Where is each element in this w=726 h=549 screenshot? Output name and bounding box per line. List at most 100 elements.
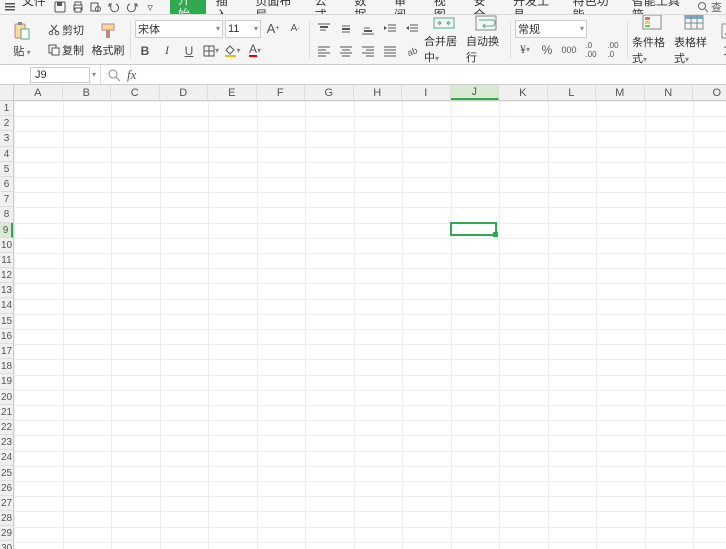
row-header[interactable]: 22 bbox=[0, 420, 13, 435]
column-header[interactable]: N bbox=[645, 85, 694, 100]
column-header[interactable]: E bbox=[208, 85, 257, 100]
app-menu-icon[interactable] bbox=[4, 0, 16, 14]
redo-icon[interactable] bbox=[126, 0, 138, 14]
file-menu[interactable]: 文件 ▾ bbox=[22, 0, 48, 14]
decrease-decimal-button[interactable]: .00.0 bbox=[603, 40, 623, 60]
align-top-button[interactable] bbox=[314, 19, 334, 39]
column-header[interactable]: G bbox=[305, 85, 354, 100]
tab-data[interactable]: 数据 bbox=[344, 0, 384, 14]
qa-customize-icon[interactable]: ▿ bbox=[144, 0, 156, 14]
tab-insert[interactable]: 插入 bbox=[206, 0, 246, 14]
column-header[interactable]: D bbox=[160, 85, 209, 100]
undo-icon[interactable] bbox=[108, 0, 120, 14]
tab-start[interactable]: 开始 bbox=[170, 0, 206, 14]
justify-button[interactable] bbox=[380, 41, 400, 61]
column-header[interactable]: J bbox=[451, 85, 500, 100]
italic-button[interactable]: I bbox=[157, 41, 177, 61]
row-header[interactable]: 10 bbox=[0, 238, 13, 253]
fill-color-button[interactable]: ▾ bbox=[223, 41, 243, 61]
row-header[interactable]: 20 bbox=[0, 390, 13, 405]
search-button[interactable]: 查 bbox=[697, 0, 722, 14]
column-header[interactable]: H bbox=[354, 85, 403, 100]
formula-input[interactable] bbox=[142, 67, 720, 83]
row-header[interactable]: 17 bbox=[0, 344, 13, 359]
column-header[interactable]: O bbox=[693, 85, 726, 100]
row-header[interactable]: 24 bbox=[0, 450, 13, 465]
align-left-button[interactable] bbox=[314, 41, 334, 61]
row-header[interactable]: 21 bbox=[0, 405, 13, 420]
tab-security[interactable]: 安全 bbox=[463, 0, 503, 14]
name-box-dropdown[interactable]: ▾ bbox=[92, 70, 96, 79]
decrease-indent-button[interactable] bbox=[402, 19, 422, 39]
row-header[interactable]: 27 bbox=[0, 496, 13, 511]
row-header[interactable]: 5 bbox=[0, 162, 13, 177]
column-header[interactable]: L bbox=[548, 85, 597, 100]
spreadsheet-grid[interactable]: ABCDEFGHIJKLMNO 123456789101112131415161… bbox=[0, 85, 726, 549]
row-header[interactable]: 19 bbox=[0, 374, 13, 389]
column-header[interactable]: C bbox=[111, 85, 160, 100]
orientation-button[interactable]: ab bbox=[402, 41, 422, 61]
column-header[interactable]: I bbox=[402, 85, 451, 100]
row-header[interactable]: 28 bbox=[0, 511, 13, 526]
row-header[interactable]: 7 bbox=[0, 192, 13, 207]
align-bottom-button[interactable] bbox=[358, 19, 378, 39]
tab-smart-toolbox[interactable]: 智能工具箱 bbox=[622, 0, 691, 14]
align-center-button[interactable] bbox=[336, 41, 356, 61]
column-header[interactable]: F bbox=[257, 85, 306, 100]
shrink-font-button[interactable]: A- bbox=[285, 19, 305, 39]
row-header[interactable]: 16 bbox=[0, 329, 13, 344]
tab-special[interactable]: 特色功能 bbox=[563, 0, 622, 14]
fill-handle[interactable] bbox=[493, 232, 498, 237]
row-header[interactable]: 14 bbox=[0, 298, 13, 313]
text-tools-button[interactable]: A 文 bbox=[716, 17, 726, 63]
row-header[interactable]: 4 bbox=[0, 147, 13, 162]
merge-center-button[interactable]: 合并居中▾ bbox=[424, 17, 464, 63]
column-header[interactable]: K bbox=[499, 85, 548, 100]
row-header[interactable]: 2 bbox=[0, 116, 13, 131]
cut-button[interactable]: 剪切 bbox=[44, 21, 88, 39]
column-headers[interactable]: ABCDEFGHIJKLMNO bbox=[14, 85, 726, 101]
bold-button[interactable]: B bbox=[135, 41, 155, 61]
font-size-combo[interactable]: 11 ▾ bbox=[225, 20, 261, 38]
row-header[interactable]: 8 bbox=[0, 207, 13, 222]
conditional-format-button[interactable]: 条件格式▾ bbox=[632, 17, 672, 63]
print-preview-icon[interactable] bbox=[90, 0, 102, 14]
cells-area[interactable] bbox=[14, 101, 726, 549]
percent-button[interactable]: % bbox=[537, 40, 557, 60]
row-header[interactable]: 18 bbox=[0, 359, 13, 374]
comma-button[interactable]: 000 bbox=[559, 40, 579, 60]
tab-formulas[interactable]: 公式 bbox=[305, 0, 345, 14]
table-style-button[interactable]: 表格样式▾ bbox=[674, 17, 714, 63]
row-header[interactable]: 3 bbox=[0, 131, 13, 146]
align-middle-button[interactable] bbox=[336, 19, 356, 39]
increase-indent-button[interactable] bbox=[380, 19, 400, 39]
row-header[interactable]: 9 bbox=[0, 223, 13, 238]
fx-icon[interactable]: fx bbox=[127, 67, 136, 83]
increase-decimal-button[interactable]: .0.00 bbox=[581, 40, 601, 60]
tab-view[interactable]: 视图 bbox=[424, 0, 464, 14]
column-header[interactable]: M bbox=[596, 85, 645, 100]
row-header[interactable]: 29 bbox=[0, 526, 13, 541]
tab-developer[interactable]: 开发工具 bbox=[503, 0, 562, 14]
function-wizard-icon[interactable] bbox=[107, 68, 121, 82]
grow-font-button[interactable]: A+ bbox=[263, 19, 283, 39]
number-format-combo[interactable]: 常规 ▾ bbox=[515, 20, 587, 38]
font-name-combo[interactable]: 宋体 ▾ bbox=[135, 20, 223, 38]
font-color-button[interactable]: A ▾ bbox=[245, 41, 265, 61]
row-header[interactable]: 25 bbox=[0, 466, 13, 481]
paste-button[interactable]: 贴 ▾ bbox=[2, 17, 42, 63]
row-header[interactable]: 23 bbox=[0, 435, 13, 450]
tab-review[interactable]: 审阅 bbox=[384, 0, 424, 14]
save-icon[interactable] bbox=[54, 0, 66, 14]
row-header[interactable]: 1 bbox=[0, 101, 13, 116]
format-painter-button[interactable]: 格式刷 bbox=[90, 17, 126, 63]
underline-button[interactable]: U bbox=[179, 41, 199, 61]
column-header[interactable]: B bbox=[63, 85, 112, 100]
name-box[interactable]: J9 bbox=[30, 67, 90, 83]
select-all-corner[interactable] bbox=[0, 85, 14, 101]
row-headers[interactable]: 1234567891011121314151617181920212223242… bbox=[0, 101, 14, 549]
wrap-text-button[interactable]: 自动换行 bbox=[466, 17, 506, 63]
column-header[interactable]: A bbox=[14, 85, 63, 100]
tab-page-layout[interactable]: 页面布局 bbox=[245, 0, 304, 14]
row-header[interactable]: 13 bbox=[0, 283, 13, 298]
